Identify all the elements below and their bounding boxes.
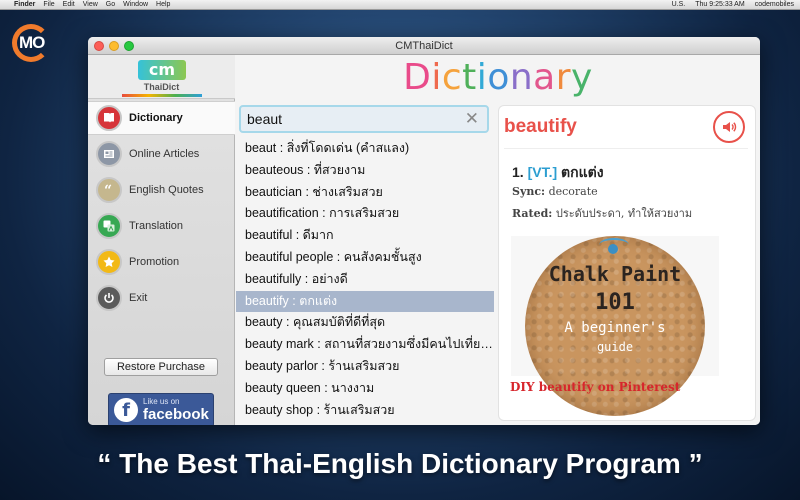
result-row[interactable]: beauty shop : ร้านเสริมสวย: [236, 400, 494, 422]
image-text-line-4: guide: [596, 340, 634, 354]
brand-logo: cm ThaiDict: [88, 55, 235, 99]
image-text-line-1: Chalk Paint: [548, 262, 682, 286]
title-bar[interactable]: CMThaiDict: [88, 37, 760, 55]
results-list[interactable]: beaut : สิ่งที่โดดเด่น (คำสแลง) beauteous…: [236, 138, 494, 425]
definition-line: 1. [VT.] ตกแต่ง: [512, 162, 604, 184]
logo-text: MO: [19, 33, 45, 52]
translate-icon: [96, 213, 122, 239]
menu-bar: Finder File Edit View Go Window Help U.S…: [0, 0, 800, 10]
sidebar-item-exit[interactable]: Exit: [88, 281, 235, 315]
result-row[interactable]: beaut : สิ่งที่โดดเด่น (คำสแลง): [236, 138, 494, 160]
power-icon: [96, 285, 122, 311]
menu-help[interactable]: Help: [156, 0, 170, 10]
definition-meaning: ตกแต่ง: [561, 164, 604, 180]
brand-mark: cm: [138, 60, 186, 80]
sidebar-item-online-articles[interactable]: Online Articles: [88, 137, 235, 171]
result-row[interactable]: beauty : คุณสมบัติที่ดีที่สุด: [236, 312, 494, 334]
newspaper-icon: [96, 141, 122, 167]
result-row[interactable]: beautification : การเสริมสวย: [236, 203, 494, 225]
result-row[interactable]: beauty mark : สถานที่สวยงามซึ่งมีคนไปเที…: [236, 334, 494, 356]
heading-letter: o: [487, 57, 510, 98]
heading-letter: a: [533, 57, 556, 98]
menu-user[interactable]: codemobiles: [755, 0, 794, 10]
definition-panel: beautify 1. [VT.] ตกแต่ง Sync: decorate …: [498, 105, 756, 421]
sidebar-item-promotion[interactable]: Promotion: [88, 245, 235, 279]
result-row[interactable]: beauty queen : นางงาม: [236, 378, 494, 400]
window-title: CMThaiDict: [395, 40, 453, 52]
sidebar-label-english-quotes: English Quotes: [129, 184, 204, 196]
menu-window[interactable]: Window: [123, 0, 148, 10]
string-knot: [608, 244, 618, 254]
synonym-label: Sync:: [512, 185, 546, 198]
sidebar: cm ThaiDict Dictionary Online Articles “…: [88, 55, 235, 425]
pinterest-image[interactable]: Chalk Paint 101 A beginner's guide: [511, 236, 719, 416]
star-icon: [96, 249, 122, 275]
image-text-line-2: 101: [595, 290, 635, 315]
book-icon: [96, 105, 122, 131]
heading-letter: t: [462, 57, 477, 98]
dictionary-heading: Dictionary: [236, 57, 760, 99]
heading-letter: r: [555, 57, 572, 98]
result-row[interactable]: beautician : ช่างเสริมสวย: [236, 182, 494, 204]
result-row-selected[interactable]: beautify : ตกแต่ง: [236, 290, 494, 313]
pinterest-link[interactable]: DIY beautify on Pinterest: [510, 380, 680, 394]
restore-purchase-button[interactable]: Restore Purchase: [104, 358, 218, 376]
main-content: Dictionary ✕ beaut : สิ่งที่โดดเด่น (คำส…: [236, 55, 760, 425]
app-window: CMThaiDict cm ThaiDict Dictionary Online…: [88, 37, 760, 425]
related-label: Rated:: [512, 207, 553, 220]
sidebar-item-translation[interactable]: Translation: [88, 209, 235, 243]
related-value: ประดับประดา, ทำให้สวยงาม: [555, 207, 693, 220]
input-source-status[interactable]: U.S.: [672, 0, 686, 10]
heading-letter: y: [571, 57, 593, 98]
sidebar-label-online-articles: Online Articles: [129, 148, 200, 160]
facebook-like-text: Like us on: [143, 397, 180, 406]
brand-color-bar: [122, 94, 202, 97]
part-of-speech: [VT.]: [527, 164, 558, 180]
detail-word: beautify: [504, 116, 577, 137]
heading-letter: D: [403, 57, 432, 98]
synonym-line: Sync: decorate: [512, 185, 598, 198]
related-line: Rated: ประดับประดา, ทำให้สวยงาม: [512, 204, 692, 222]
result-row[interactable]: beautiful : ดีมาก: [236, 225, 494, 247]
facebook-like-button[interactable]: f Like us on facebook: [108, 393, 214, 425]
image-text-line-3: A beginner's: [564, 320, 666, 336]
facebook-icon: f: [114, 398, 138, 422]
menu-file[interactable]: File: [43, 0, 54, 10]
sidebar-label-translation: Translation: [129, 220, 184, 232]
result-row[interactable]: beautifully : อย่างดี: [236, 269, 494, 291]
heading-letter: i: [431, 57, 442, 98]
brand-name: ThaiDict: [143, 82, 180, 92]
menu-edit[interactable]: Edit: [63, 0, 75, 10]
heading-letter: n: [509, 57, 534, 98]
facebook-name: facebook: [143, 406, 209, 423]
heading-letter: c: [441, 57, 463, 98]
result-row[interactable]: beautiful people : คนสังคมชั้นสูง: [236, 247, 494, 269]
promo-tagline: “ The Best Thai-English Dictionary Progr…: [97, 448, 703, 479]
menu-view[interactable]: View: [83, 0, 98, 10]
menu-app-name[interactable]: Finder: [14, 0, 35, 10]
search-input[interactable]: [247, 110, 457, 128]
result-row[interactable]: beauteous : ที่สวยงาม: [236, 160, 494, 182]
synonym-value: decorate: [548, 185, 598, 198]
quote-icon: “: [96, 177, 122, 203]
sidebar-label-dictionary: Dictionary: [129, 112, 183, 124]
sidebar-label-exit: Exit: [129, 292, 148, 304]
codemobiles-logo: MO: [12, 24, 56, 68]
svg-text:“: “: [104, 183, 112, 197]
result-row[interactable]: beauty parlor : ร้านเสริมสวย: [236, 356, 494, 378]
clear-search-icon[interactable]: ✕: [465, 108, 479, 130]
menu-go[interactable]: Go: [106, 0, 115, 10]
sidebar-item-english-quotes[interactable]: “ English Quotes: [88, 173, 235, 207]
menu-clock[interactable]: Thu 9:25:33 AM: [695, 0, 744, 10]
search-box[interactable]: ✕: [239, 105, 489, 133]
definition-number: 1.: [512, 164, 524, 180]
sidebar-item-dictionary[interactable]: Dictionary: [88, 101, 235, 135]
detail-divider: [504, 148, 748, 149]
sidebar-label-promotion: Promotion: [129, 256, 180, 268]
heading-letter: i: [476, 57, 488, 98]
speaker-icon[interactable]: [713, 111, 745, 143]
